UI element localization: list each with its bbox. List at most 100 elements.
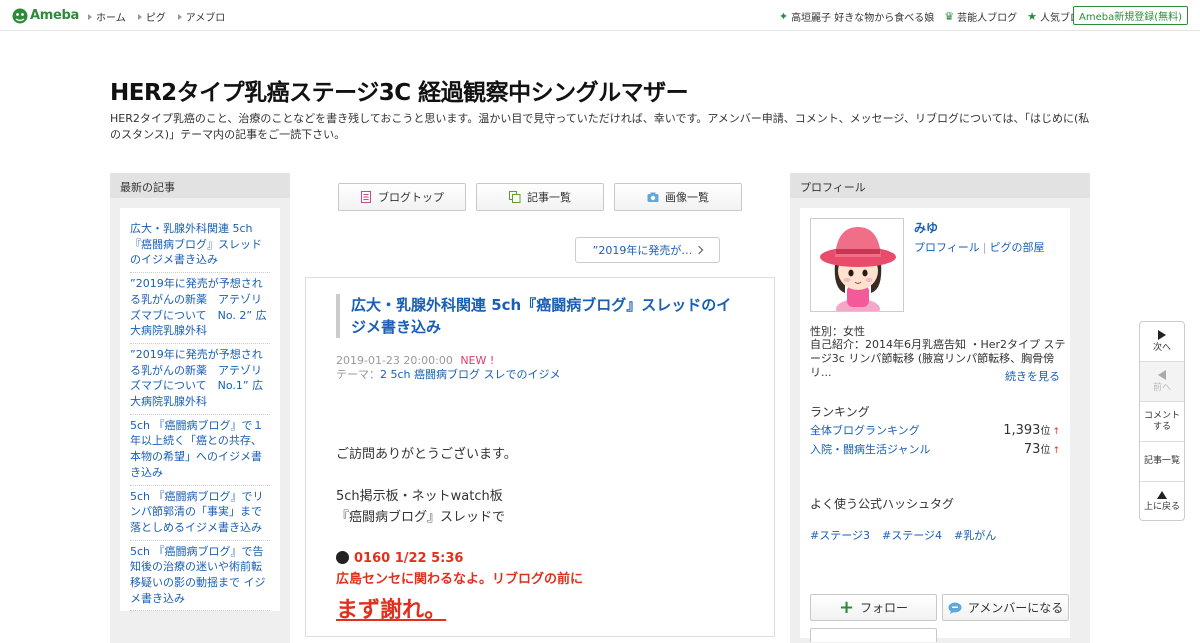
amember-label: アメンバーになる xyxy=(967,601,1064,615)
hashtag-heading: よく使う公式ハッシュタグ xyxy=(810,497,955,511)
recent-post-item[interactable]: 5ch 『癌闘病ブログ』でリンパ節郭清の「事実」まで落としめるイジメ書き込み xyxy=(130,486,270,541)
ranking-overall-link[interactable]: 全体ブログランキング xyxy=(810,422,920,438)
article-list-button[interactable]: 記事一覧 xyxy=(476,183,604,211)
profile-heading: プロフィール xyxy=(790,173,1090,198)
avatar-image xyxy=(811,219,903,311)
header-link-celebrity-label: 芸能人ブログ xyxy=(957,13,1018,24)
comment-label-2: する xyxy=(1152,421,1171,432)
arrow-right-icon xyxy=(137,13,142,20)
message-button[interactable] xyxy=(810,628,937,642)
article: 広大・乳腺外科関連 5ch『癌闘病ブログ』スレッドのイジメ書き込み 2019-0… xyxy=(305,277,775,637)
image-list-button[interactable]: 画像一覧 xyxy=(614,183,742,211)
prev-article-button[interactable]: 前へ xyxy=(1140,362,1184,402)
profile-name[interactable]: みゆ xyxy=(914,219,938,236)
hashtag-link[interactable]: #ステージ4 xyxy=(882,527,942,543)
ranking-heading: ランキング xyxy=(810,405,870,419)
header-right-links: ✦ 高垣麗子 好きな物から食べる娘 ♛ 芸能人ブログ ★ 人気ブログ xyxy=(779,9,1090,25)
blog-top-label: ブログトップ xyxy=(378,191,444,204)
blog-title[interactable]: HER2タイプ乳癌ステージ3C 経過観察中シングルマザー xyxy=(110,73,689,107)
article-list-label: 記事一覧 xyxy=(527,191,571,204)
nav-home[interactable]: ホーム xyxy=(88,9,126,24)
document-icon xyxy=(361,191,371,203)
camera-icon xyxy=(647,192,659,202)
to-top-label: 上に戻る xyxy=(1143,502,1180,512)
image-list-label: 画像一覧 xyxy=(665,191,709,204)
arrow-up-icon xyxy=(1157,491,1167,499)
blog-top-button[interactable]: ブログトップ xyxy=(338,183,466,211)
body-line: ご訪問ありがとうございます。 xyxy=(336,447,517,462)
recent-post-item[interactable]: ”2019年に発売が予想される乳がんの新薬 アテゾリズマブについて No.1” … xyxy=(130,344,270,415)
theme-prefix: テーマ： xyxy=(336,368,380,381)
nav-ameblo[interactable]: アメブロ xyxy=(177,9,225,24)
right-sidebar: プロフィール みゆ プロフィール | ピグの部屋 性別：女性 自己紹介：2014… xyxy=(790,173,1090,643)
article-datetime: 2019-01-23 20:00:00 xyxy=(336,354,453,367)
ameba-logo-icon xyxy=(12,8,28,23)
body-line: 『癌闘病ブログ』スレッドで xyxy=(336,510,506,525)
floating-side-nav: 次へ 前へ コメント する 記事一覧 上に戻る xyxy=(1139,321,1185,521)
ranking-unit: 位 xyxy=(1040,426,1051,437)
ameba-logo[interactable]: Ameba xyxy=(12,7,79,24)
nav-pigg-label: ピグ xyxy=(145,13,166,24)
next-article-label: ”2019年に発売が… xyxy=(592,244,693,257)
trend-up-icon: ↑ xyxy=(1052,427,1060,437)
nav-home-label: ホーム xyxy=(96,13,126,24)
ranking-genre-link[interactable]: 入院・闘病生活ジャンル xyxy=(810,441,930,457)
arrow-right-icon xyxy=(177,13,182,20)
recent-post-item[interactable]: 5ch 『癌闘病ブログ』で告知後の治療の迷いや術前転移疑いの影の動揺まで イジメ… xyxy=(130,541,270,612)
read-more-link[interactable]: 続きを見る xyxy=(1005,368,1060,384)
profile-links: プロフィール | ピグの部屋 xyxy=(914,239,1045,255)
profile-gender: 性別：女性 xyxy=(810,325,865,338)
logo-text: Ameba xyxy=(30,8,80,23)
header-link-featured-label: 高垣麗子 好きな物から食べる娘 xyxy=(791,13,935,24)
pigg-room-link[interactable]: ピグの部屋 xyxy=(990,241,1045,254)
article-title[interactable]: 広大・乳腺外科関連 5ch『癌闘病ブログ』スレッドのイジメ書き込み xyxy=(336,294,746,338)
crown-icon: ♛ xyxy=(944,9,955,23)
avatar[interactable] xyxy=(810,218,904,312)
profile-action-buttons: + フォロー アメンバーになる xyxy=(810,594,1069,621)
hashtag-link[interactable]: #乳がん xyxy=(954,527,996,543)
next-label: 次へ xyxy=(1152,342,1171,353)
plus-icon: + xyxy=(838,596,855,618)
blog-nav-buttons: ブログトップ 記事一覧 画像一覧 xyxy=(338,183,742,211)
nav-pigg[interactable]: ピグ xyxy=(137,9,166,24)
comment-label-1: コメント xyxy=(1143,410,1180,421)
chat-bubble-icon xyxy=(948,602,962,614)
global-nav: ホーム ピグ アメブロ xyxy=(88,9,225,24)
header-link-featured[interactable]: ✦ 高垣麗子 好きな物から食べる娘 xyxy=(779,9,935,25)
back-to-top-button[interactable]: 上に戻る xyxy=(1140,482,1184,520)
article-meta: 2019-01-23 20:00:00 NEW ! テーマ：2 5ch 癌闘病ブ… xyxy=(336,354,561,382)
trend-up-icon: ↑ xyxy=(1052,446,1060,456)
follow-button[interactable]: + フォロー xyxy=(810,594,937,621)
recent-post-item[interactable]: 広大・乳腺外科関連 5ch『癌闘病ブログ』スレッドのイジメ書き込み xyxy=(130,218,270,274)
article-body: ご訪問ありがとうございます。 5ch掲示板・ネットwatch板 『癌闘病ブログ』… xyxy=(336,444,756,528)
amember-button[interactable]: アメンバーになる xyxy=(942,594,1069,621)
article-quote: 0160 1/22 5:36 広島センセに関わるなよ。リブログの前に xyxy=(336,548,583,590)
follow-label: フォロー xyxy=(860,601,909,615)
signup-button[interactable]: Ameba新規登録(無料) xyxy=(1072,6,1188,25)
ranking-row: 入院・闘病生活ジャンル 73位 ↑ xyxy=(810,441,1060,457)
prev-label: 前へ xyxy=(1152,382,1171,393)
arrow-right-icon xyxy=(88,13,92,20)
next-article-button[interactable]: 次へ xyxy=(1140,322,1184,362)
recent-post-item[interactable]: 5ch 『癌闘病ブログ』で１年以上続く「癌との共存、本物の希望」へのイジメ書き込… xyxy=(130,415,270,486)
quote-line: 広島センセに関わるなよ。リブログの前に xyxy=(336,572,584,587)
profile-card: みゆ プロフィール | ピグの部屋 性別：女性 自己紹介：2014年6月乳癌告知 ・… xyxy=(800,208,1070,642)
blog-description: HER2タイプ乳癌のこと、治療のことなどを書き残しておこうと思います。温かい目で… xyxy=(110,112,1090,141)
recent-post-item[interactable]: ”2019年に発売が予想される乳がんの新薬 アテゾリズマブについて No. 2”… xyxy=(130,273,270,344)
side-article-list-button[interactable]: 記事一覧 xyxy=(1140,442,1184,482)
ranking-value: 73 xyxy=(1023,442,1041,457)
next-article-link[interactable]: ”2019年に発売が… xyxy=(575,237,720,263)
play-left-icon xyxy=(1158,369,1166,380)
article-theme-link[interactable]: 2 5ch 癌闘病ブログ スレでのイジメ xyxy=(380,368,561,381)
profile-link[interactable]: プロフィール xyxy=(914,241,980,254)
hashtag-link[interactable]: #ステージ3 xyxy=(810,527,870,543)
chevron-right-icon xyxy=(695,245,704,255)
left-sidebar: 最新の記事 広大・乳腺外科関連 5ch『癌闘病ブログ』スレッドのイジメ書き込み … xyxy=(110,173,290,643)
article-emphasis: まず謝れ。 xyxy=(336,598,447,623)
copy-icon xyxy=(509,191,521,203)
comment-button[interactable]: コメント する xyxy=(1140,402,1184,442)
recent-posts-heading: 最新の記事 xyxy=(110,173,290,198)
star-icon: ★ xyxy=(1027,9,1037,23)
header-link-celebrity[interactable]: ♛ 芸能人ブログ xyxy=(944,9,1018,25)
global-header: Ameba ホーム ピグ アメブロ ✦ 高垣麗子 好きな物から食べる娘 ♛ 芸能人ブ… xyxy=(0,0,1200,31)
